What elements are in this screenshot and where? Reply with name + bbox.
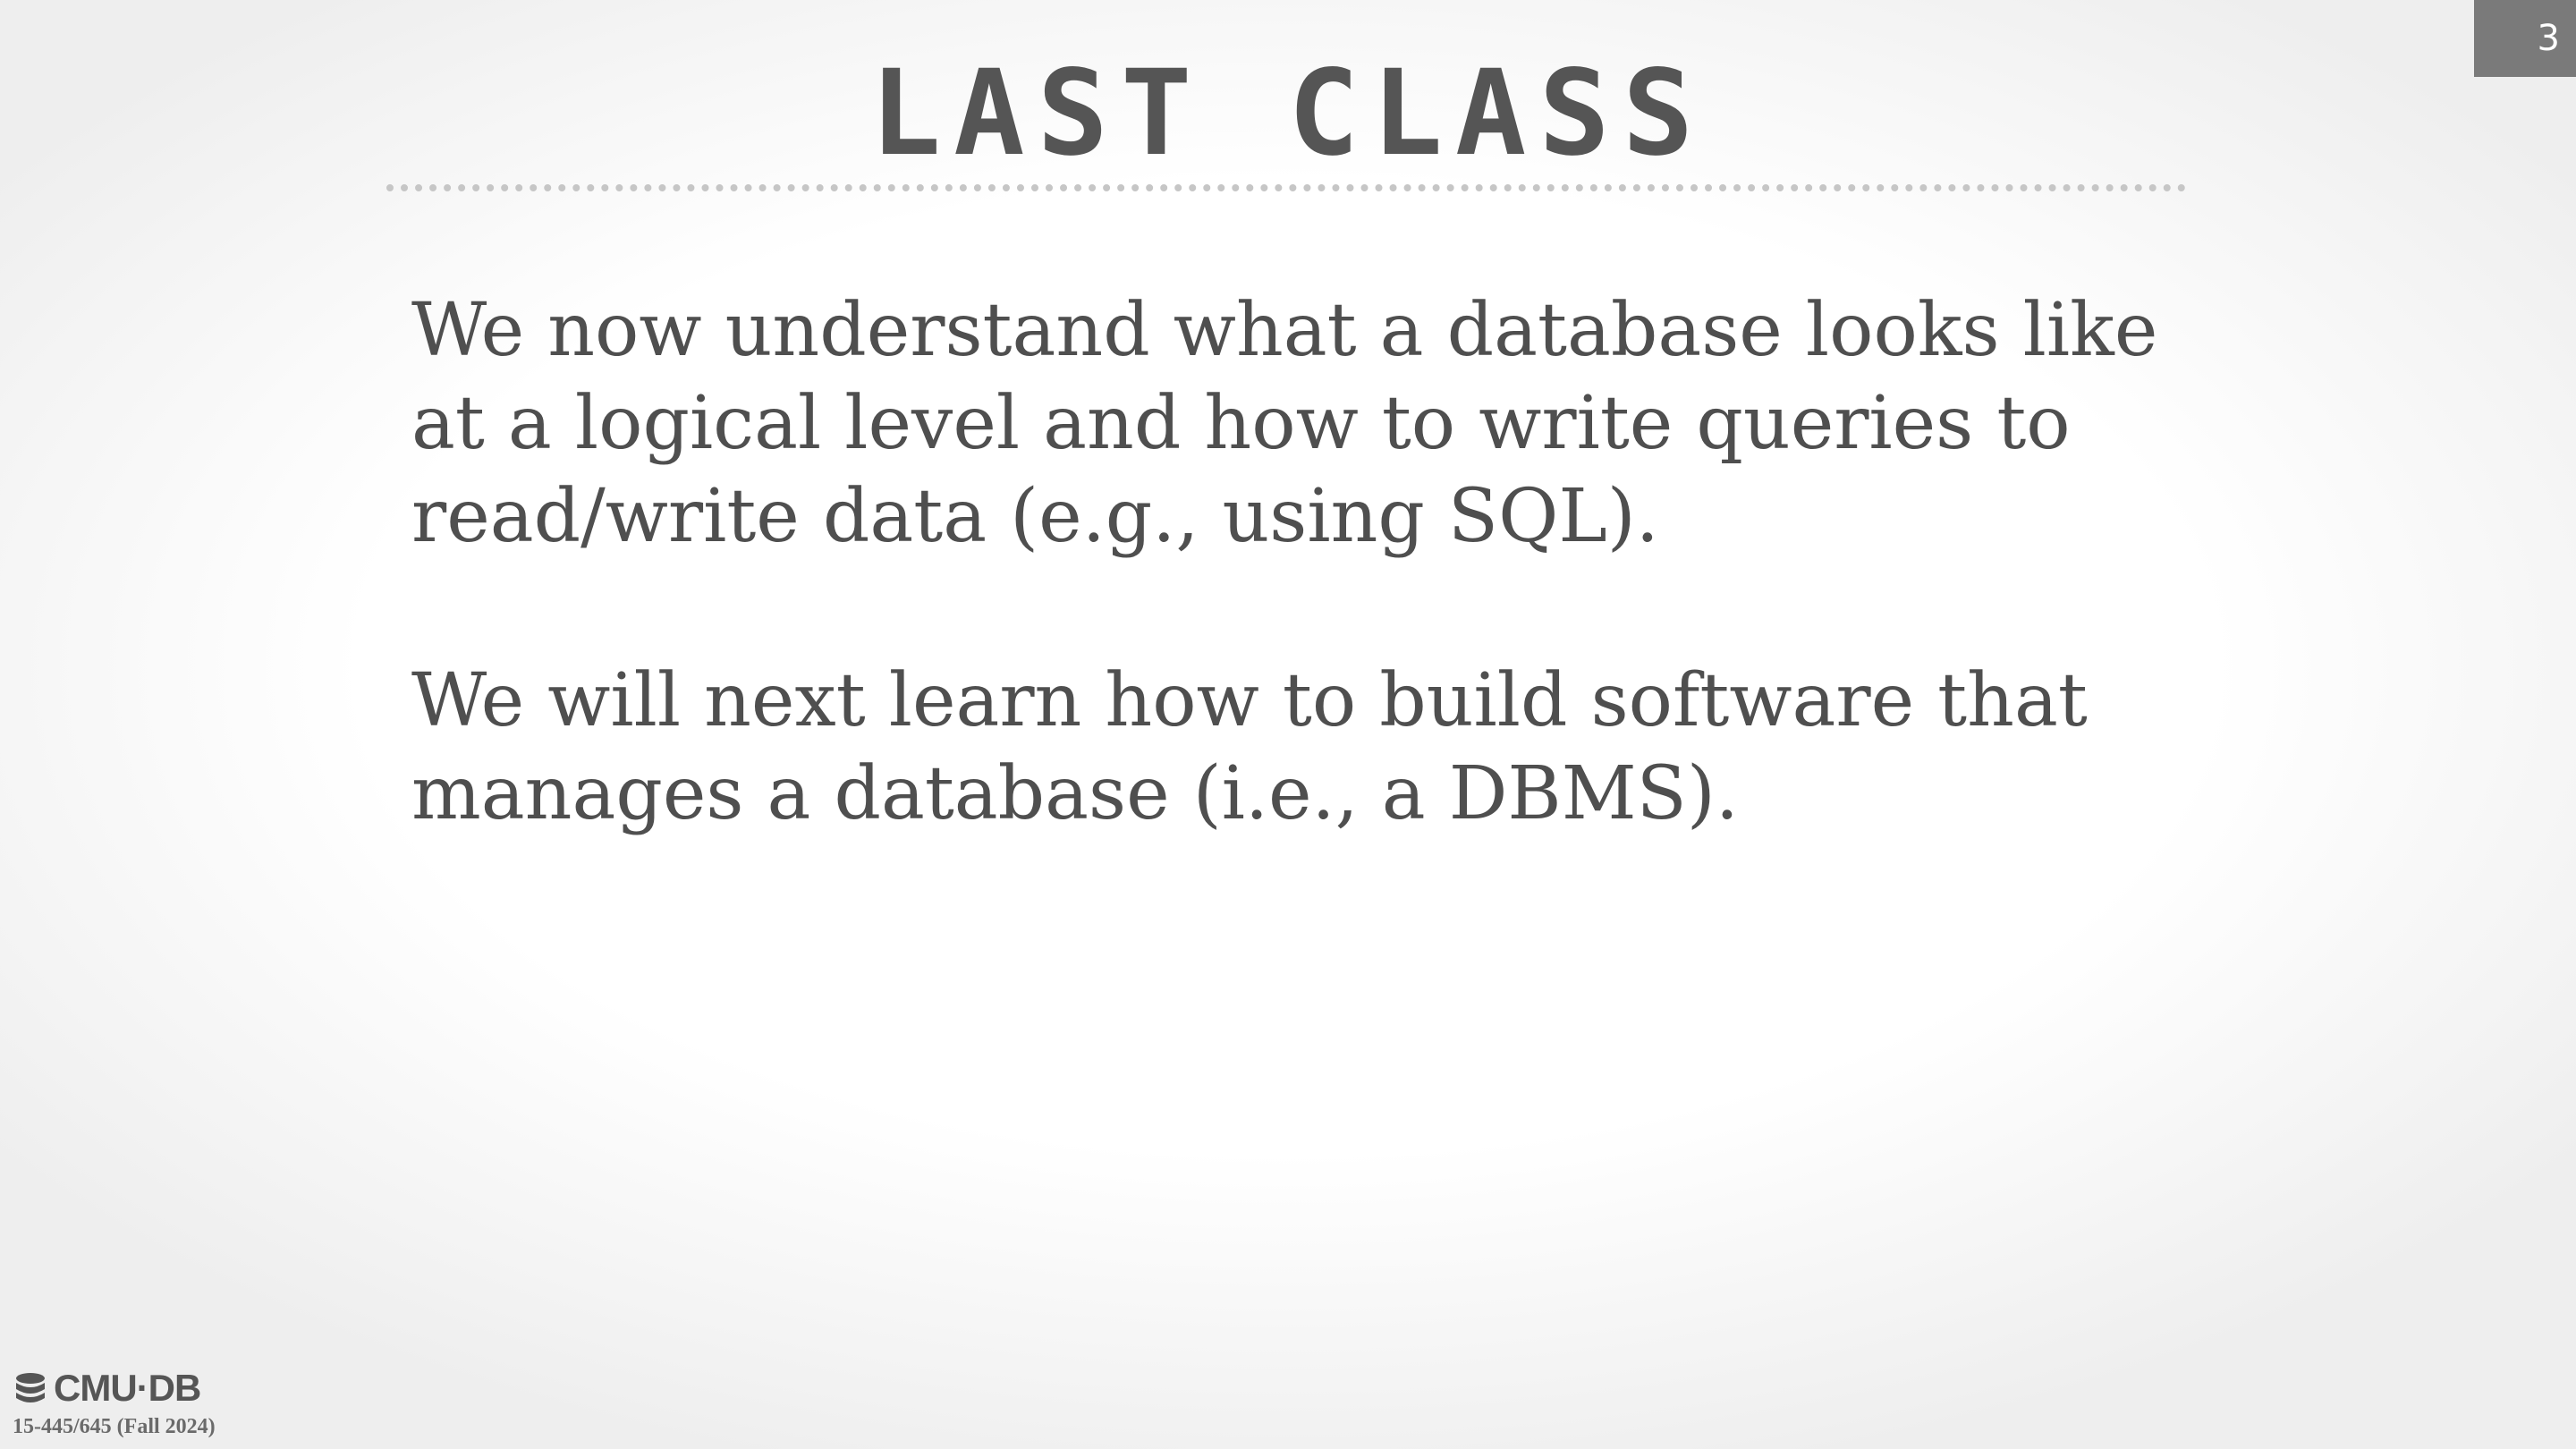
paragraph-2: We will next learn how to build software… bbox=[411, 658, 2088, 836]
paragraph-1: We now understand what a database looks … bbox=[411, 288, 2158, 559]
course-label: 15-445/645 (Fall 2024) bbox=[13, 1415, 216, 1438]
slide-title: LAST CLASS bbox=[869, 45, 1707, 182]
title-divider bbox=[386, 184, 2186, 191]
slide-body: We now understand what a database looks … bbox=[411, 284, 2254, 932]
slide: 3 LAST CLASS We now understand what a da… bbox=[0, 0, 2576, 1449]
cmu-db-logo: CMU·DB bbox=[13, 1367, 201, 1410]
logo-text: CMU·DB bbox=[54, 1367, 201, 1409]
database-icon bbox=[16, 1373, 45, 1402]
